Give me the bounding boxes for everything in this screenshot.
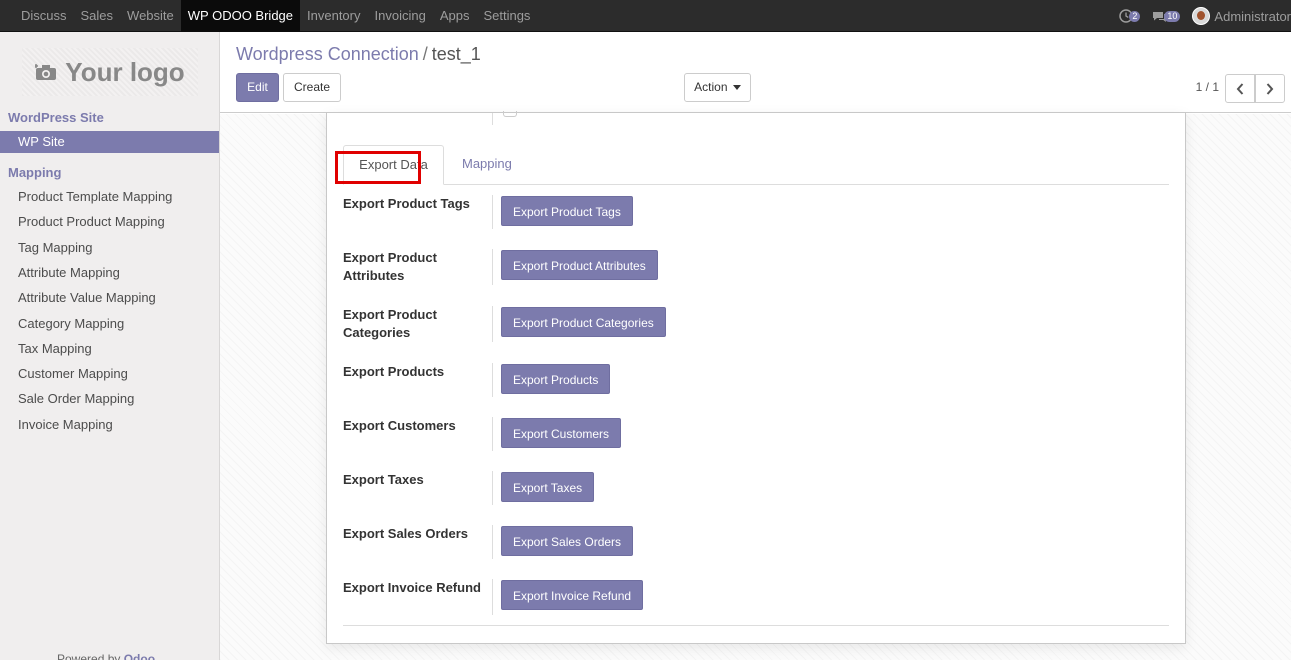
label-export-customers: Export Customers (343, 418, 456, 433)
pager-next-button[interactable] (1255, 74, 1285, 103)
caret-down-icon (732, 85, 741, 91)
sidebar-item-attribute-value-mapping[interactable]: Attribute Value Mapping (0, 287, 219, 309)
divider (492, 417, 493, 451)
user-name: Administrator (1214, 8, 1291, 24)
sidebar: Your logo WordPress Site WP Site Mapping… (0, 32, 220, 660)
company-logo[interactable]: Your logo (22, 48, 198, 96)
powered-prefix: Powered by (57, 652, 121, 660)
divider (492, 195, 493, 229)
label-export-product-categories: Export Product Categories (343, 307, 437, 340)
label-export-product-tags: Export Product Tags (343, 196, 470, 211)
divider (492, 306, 493, 342)
export-invoice-refund-button[interactable]: Export Invoice Refund (501, 580, 644, 610)
menu-website[interactable]: Website (120, 0, 181, 32)
odoo-link[interactable]: Odoo (124, 652, 155, 660)
menu-inventory[interactable]: Inventory (300, 0, 367, 32)
divider (492, 113, 493, 125)
export-product-categories-button[interactable]: Export Product Categories (501, 307, 666, 337)
sidebar-item-customer-mapping[interactable]: Customer Mapping (0, 363, 219, 385)
checkbox[interactable] (503, 111, 517, 117)
top-navbar: Discuss Sales Website WP ODOO Bridge Inv… (0, 0, 1291, 32)
menu-discuss[interactable]: Discuss (14, 0, 74, 32)
breadcrumb-separator: / (422, 44, 428, 64)
menu-sales[interactable]: Sales (74, 0, 121, 32)
divider (492, 471, 493, 505)
activity-menu[interactable]: 2 (1119, 9, 1141, 23)
pager-previous-button[interactable] (1225, 74, 1255, 103)
sidebar-item-sale-order-mapping[interactable]: Sale Order Mapping (0, 388, 219, 410)
export-customers-button[interactable]: Export Customers (501, 418, 622, 448)
pager-value: 1 / 1 (1195, 80, 1219, 94)
label-export-products: Export Products (343, 364, 445, 379)
notebook-tabs: Export Data Mapping (343, 145, 1169, 185)
form-view: Export Data Mapping Export Product Tags … (220, 111, 1291, 660)
divider (492, 249, 493, 285)
edit-button[interactable]: Edit (236, 73, 279, 102)
logo-text: Your logo (65, 56, 185, 87)
breadcrumb: Wordpress Connection / test_1 (236, 44, 481, 65)
export-products-button[interactable]: Export Products (501, 364, 611, 394)
tab-export-data[interactable]: Export Data (343, 145, 444, 185)
export-product-tags-button[interactable]: Export Product Tags (501, 196, 633, 226)
action-label: Action (694, 80, 728, 94)
menu-wp-odoo-bridge[interactable]: WP ODOO Bridge (180, 0, 301, 32)
sidebar-item-product-template-mapping[interactable]: Product Template Mapping (0, 186, 219, 208)
form-sheet: Export Data Mapping Export Product Tags … (326, 111, 1186, 644)
divider (492, 579, 493, 615)
camera-icon (35, 64, 57, 80)
activity-count-badge: 2 (1129, 10, 1141, 22)
label-export-sales-orders: Export Sales Orders (343, 526, 468, 541)
section-wordpress-site: WordPress Site (8, 110, 104, 125)
sidebar-item-wp-site[interactable]: WP Site (0, 131, 219, 153)
chevron-left-icon (1236, 82, 1244, 95)
sidebar-item-attribute-mapping[interactable]: Attribute Mapping (0, 262, 219, 284)
breadcrumb-current: test_1 (431, 44, 481, 64)
create-button[interactable]: Create (283, 73, 341, 102)
main-menu: Discuss Sales Website WP ODOO Bridge Inv… (14, 0, 537, 32)
control-panel: Wordpress Connection / test_1 Edit Create … (220, 32, 1291, 113)
menu-apps[interactable]: Apps (433, 0, 477, 32)
divider (343, 625, 1169, 626)
label-export-invoice-refund: Export Invoice Refund (343, 580, 481, 595)
export-sales-orders-button[interactable]: Export Sales Orders (501, 526, 634, 556)
user-menu[interactable]: Administrator (1192, 7, 1291, 25)
sidebar-item-tag-mapping[interactable]: Tag Mapping (0, 237, 219, 259)
sidebar-item-category-mapping[interactable]: Category Mapping (0, 313, 219, 335)
tab-mapping[interactable]: Mapping (462, 145, 512, 185)
sidebar-item-tax-mapping[interactable]: Tax Mapping (0, 338, 219, 360)
breadcrumb-parent[interactable]: Wordpress Connection (236, 44, 419, 64)
export-product-attributes-button[interactable]: Export Product Attributes (501, 250, 658, 280)
divider (492, 525, 493, 559)
action-dropdown[interactable]: Action (684, 73, 751, 102)
divider (492, 363, 493, 397)
label-export-taxes: Export Taxes (343, 472, 424, 487)
label-export-product-attributes: Export Product Attributes (343, 250, 437, 283)
chevron-right-icon (1266, 82, 1274, 95)
messages-menu[interactable]: 10 (1152, 10, 1181, 23)
powered-by: Powered by Odoo (57, 652, 155, 660)
menu-invoicing[interactable]: Invoicing (368, 0, 433, 32)
sidebar-item-product-product-mapping[interactable]: Product Product Mapping (0, 211, 219, 233)
avatar (1192, 7, 1211, 25)
messages-count-badge: 10 (1164, 10, 1181, 22)
menu-settings[interactable]: Settings (476, 0, 537, 32)
sidebar-item-invoice-mapping[interactable]: Invoice Mapping (0, 414, 219, 436)
export-taxes-button[interactable]: Export Taxes (501, 472, 595, 502)
section-mapping: Mapping (8, 165, 62, 180)
